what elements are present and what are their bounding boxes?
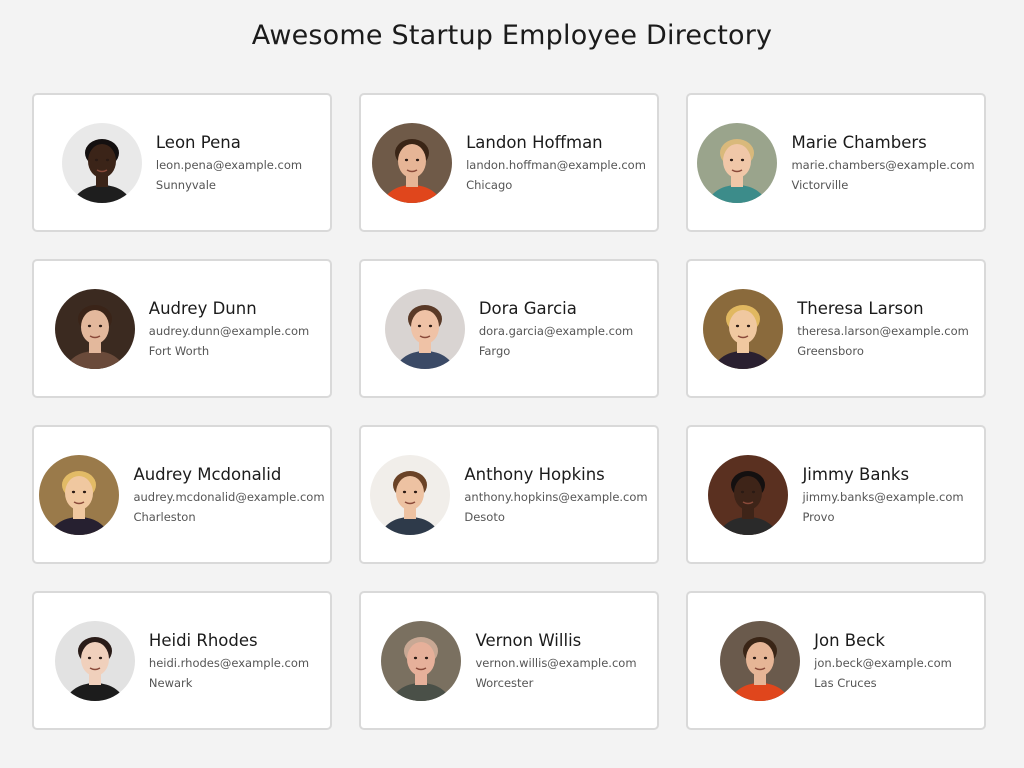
employee-email: heidi.rhodes@example.com — [148, 655, 310, 670]
employee-card[interactable]: Jimmy Banks jimmy.banks@example.com Provo — [686, 425, 986, 564]
employee-card-content: Heidi Rhodes heidi.rhodes@example.com Newa… — [54, 620, 309, 701]
employee-info: Jon Beck jon.beck@example.com Las Cruces — [814, 630, 952, 692]
employee-email: theresa.larson@example.com — [797, 323, 969, 338]
employee-email: leon.pena@example.com — [155, 157, 303, 172]
employee-card[interactable]: Marie Chambers marie.chambers@example.com… — [686, 93, 986, 232]
avatar — [372, 122, 453, 203]
avatar — [370, 454, 451, 535]
employee-card[interactable]: Leon Pena leon.pena@example.com Sunnyvale — [32, 93, 332, 232]
employee-email: jon.beck@example.com — [814, 655, 952, 670]
employee-card[interactable]: Audrey Mcdonalid audrey.mcdonalid@example… — [32, 425, 332, 564]
employee-email: jimmy.banks@example.com — [802, 489, 964, 504]
avatar — [54, 288, 135, 369]
avatar — [39, 454, 120, 535]
employee-info: Marie Chambers marie.chambers@example.com… — [791, 132, 974, 194]
employee-info: Audrey Dunn audrey.dunn@example.com Fort W… — [149, 298, 309, 360]
page-title: Awesome Startup Employee Directory — [251, 20, 773, 51]
employee-city: Greensboro — [797, 343, 864, 358]
employee-card[interactable]: Dora Garcia dora.garcia@example.com Fargo — [359, 259, 659, 398]
employee-name: Marie Chambers — [791, 132, 927, 152]
employee-card-content: Landon Hoffman landon.hoffman@example.com… — [372, 122, 646, 203]
employee-card[interactable]: Vernon Willis vernon.willis@example.com Wo… — [359, 591, 659, 730]
employee-name: Jon Beck — [814, 630, 885, 650]
employee-email: audrey.mcdonalid@example.com — [133, 489, 325, 504]
employee-info: Jimmy Banks jimmy.banks@example.com Provo — [802, 464, 963, 526]
avatar — [708, 454, 789, 535]
employee-name: Landon Hoffman — [466, 132, 603, 152]
employee-card-content: Jon Beck jon.beck@example.com Las Cruces — [720, 620, 952, 701]
employee-email: vernon.willis@example.com — [475, 655, 637, 670]
avatar — [703, 288, 784, 369]
employee-info: Vernon Willis vernon.willis@example.com Wo… — [475, 630, 636, 692]
employee-city: Worcester — [475, 675, 534, 690]
employee-city: Fargo — [478, 343, 511, 358]
employee-email: landon.hoffman@example.com — [466, 157, 646, 172]
employee-info: Leon Pena leon.pena@example.com Sunnyvale — [156, 132, 302, 194]
employee-city: Desoto — [464, 509, 505, 524]
employee-card[interactable]: Landon Hoffman landon.hoffman@example.com… — [359, 93, 659, 232]
employee-city: Newark — [148, 675, 193, 690]
employee-name: Dora Garcia — [478, 298, 577, 318]
employee-card[interactable]: Heidi Rhodes heidi.rhodes@example.com Newa… — [32, 591, 332, 730]
employee-card-content: Marie Chambers marie.chambers@example.com… — [697, 122, 975, 203]
avatar — [54, 620, 135, 701]
employee-card-content: Vernon Willis vernon.willis@example.com Wo… — [381, 620, 637, 701]
employee-city: Provo — [802, 509, 835, 524]
employee-name: Anthony Hopkins — [464, 464, 605, 484]
employee-card-content: Audrey Dunn audrey.dunn@example.com Fort W… — [54, 288, 309, 369]
avatar — [61, 122, 142, 203]
employee-name: Jimmy Banks — [802, 464, 910, 484]
employee-email: anthony.hopkins@example.com — [464, 489, 648, 504]
employee-info: Landon Hoffman landon.hoffman@example.com… — [466, 132, 646, 194]
avatar — [384, 288, 465, 369]
employee-card-content: Dora Garcia dora.garcia@example.com Fargo — [384, 288, 633, 369]
employee-city: Victorville — [791, 177, 849, 192]
avatar — [720, 620, 801, 701]
employee-grid: Leon Pena leon.pena@example.com Sunnyvale L… — [32, 93, 986, 730]
employee-card-content: Jimmy Banks jimmy.banks@example.com Provo — [708, 454, 964, 535]
employee-name: Audrey Mcdonalid — [133, 464, 282, 484]
employee-name: Theresa Larson — [797, 298, 924, 318]
avatar — [697, 122, 778, 203]
employee-city: Las Cruces — [814, 675, 877, 690]
employee-card-content: Audrey Mcdonalid audrey.mcdonalid@example… — [39, 454, 325, 535]
employee-info: Dora Garcia dora.garcia@example.com Fargo — [479, 298, 633, 360]
employee-info: Audrey Mcdonalid audrey.mcdonalid@example… — [133, 464, 324, 526]
employee-card-content: Anthony Hopkins anthony.hopkins@example.c… — [370, 454, 648, 535]
employee-email: dora.garcia@example.com — [478, 323, 634, 338]
employee-card[interactable]: Jon Beck jon.beck@example.com Las Cruces — [686, 591, 986, 730]
employee-email: marie.chambers@example.com — [791, 157, 975, 172]
employee-card[interactable]: Theresa Larson theresa.larson@example.com… — [686, 259, 986, 398]
employee-card-content: Leon Pena leon.pena@example.com Sunnyvale — [61, 122, 302, 203]
employee-card-content: Theresa Larson theresa.larson@example.com… — [703, 288, 969, 369]
employee-email: audrey.dunn@example.com — [148, 323, 310, 338]
employee-city: Chicago — [466, 177, 513, 192]
employee-card[interactable]: Anthony Hopkins anthony.hopkins@example.c… — [359, 425, 659, 564]
employee-card[interactable]: Audrey Dunn audrey.dunn@example.com Fort W… — [32, 259, 332, 398]
employee-info: Heidi Rhodes heidi.rhodes@example.com Newa… — [149, 630, 309, 692]
employee-info: Anthony Hopkins anthony.hopkins@example.c… — [464, 464, 647, 526]
employee-name: Audrey Dunn — [148, 298, 257, 318]
employee-city: Charleston — [133, 509, 196, 524]
employee-name: Leon Pena — [155, 132, 241, 152]
employee-info: Theresa Larson theresa.larson@example.com… — [797, 298, 969, 360]
avatar — [381, 620, 462, 701]
employee-name: Vernon Willis — [475, 630, 582, 650]
employee-name: Heidi Rhodes — [148, 630, 258, 650]
employee-city: Sunnyvale — [155, 177, 217, 192]
employee-city: Fort Worth — [148, 343, 210, 358]
